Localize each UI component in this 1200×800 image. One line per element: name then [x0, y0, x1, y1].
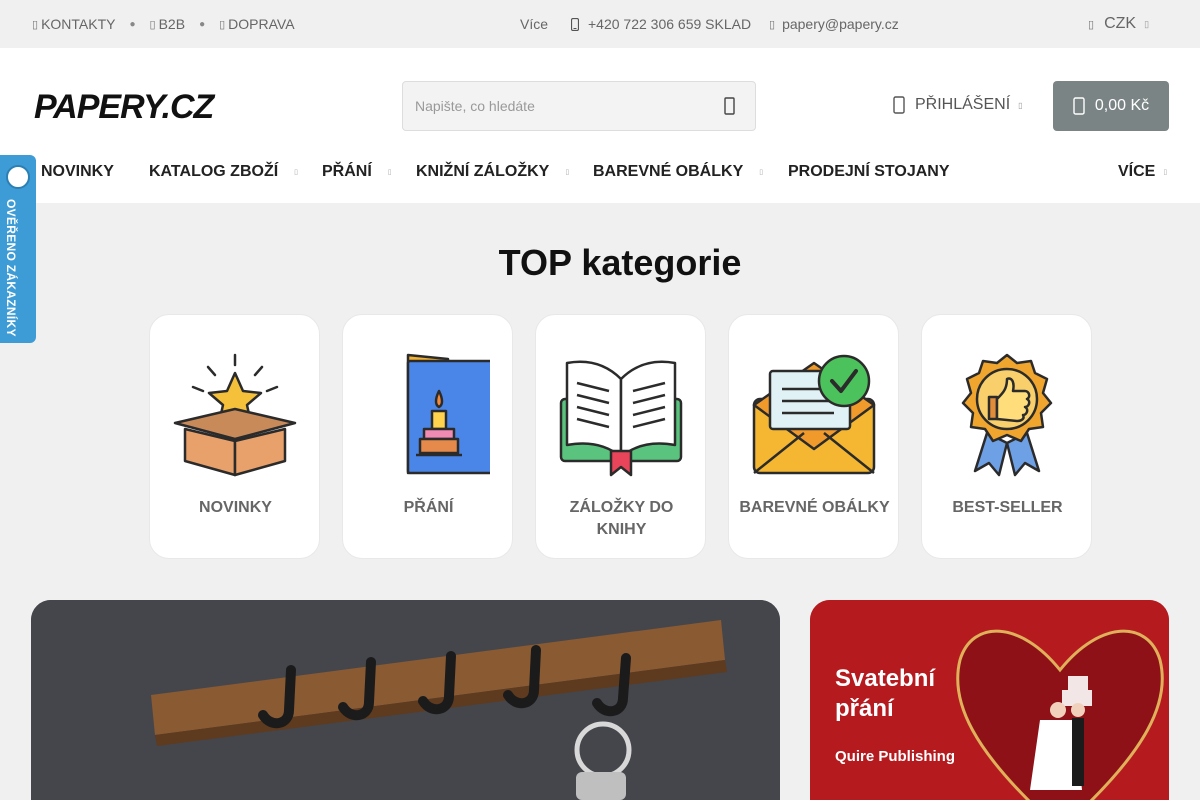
category-card-novinky[interactable]: NOVINKY: [149, 314, 320, 559]
open-box-star-icon: [173, 353, 297, 477]
top-more-link[interactable]: Více: [520, 16, 548, 32]
phone-link[interactable]: +420 722 306 659 SKLAD: [571, 16, 751, 32]
top-link-label: KONTAKTY: [41, 16, 116, 32]
chevron-down-icon: ▯: [387, 169, 392, 176]
phone-number: +420 722 306 659 SKLAD: [588, 16, 752, 32]
separator-dot: ●: [129, 18, 136, 30]
banner-title-line1: Svatební: [835, 665, 936, 692]
envelope-check-icon: [752, 354, 876, 475]
top-link-kontakty[interactable]: ▯ KONTAKTY: [32, 16, 115, 32]
category-label: BEST-SELLER: [952, 499, 1063, 516]
nav-item-vice[interactable]: VÍCE ▯: [1118, 163, 1167, 181]
nav-item-barevne-obalky[interactable]: BAREVNÉ OBÁLKY ▯: [593, 163, 763, 181]
search-input[interactable]: [403, 98, 703, 114]
nav-more-label: VÍCE: [1118, 163, 1156, 180]
search-icon[interactable]: [723, 97, 737, 115]
nav-item-prodejni-stojany[interactable]: PRODEJNÍ STOJANY: [788, 163, 950, 181]
category-card-prani[interactable]: PŘÁNÍ: [342, 314, 513, 559]
currency-value: CZK: [1104, 15, 1137, 32]
nav-item-prani[interactable]: PŘÁNÍ ▯: [322, 163, 392, 181]
site-header: PAPERY.CZ PŘIHLÁŠENÍ ▯ 0,00 Kč NOVINKY K…: [0, 48, 1200, 203]
thumbs-up-award-icon: [961, 353, 1053, 477]
separator-dot: ●: [199, 18, 206, 30]
cart-button[interactable]: 0,00 Kč: [1053, 81, 1169, 131]
chevron-down-icon: ▯: [759, 169, 764, 176]
banner-title: Svatební přání: [835, 664, 935, 724]
nav-item-label: BAREVNÉ OBÁLKY: [593, 163, 744, 180]
top-link-label: B2B: [158, 16, 186, 32]
nav-item-katalog[interactable]: KATALOG ZBOŽÍ ▯: [149, 163, 298, 181]
cart-total: 0,00 Kč: [1094, 97, 1150, 114]
nav-item-knizni-zalozky[interactable]: KNIŽNÍ ZÁLOŽKY ▯: [416, 163, 569, 181]
user-icon: [893, 96, 905, 114]
delivery-icon: ▯: [219, 18, 226, 31]
category-label: ZÁLOŽKY DO KNIHY: [569, 499, 674, 538]
category-label: BAREVNÉ OBÁLKY: [739, 499, 890, 516]
login-label: PŘIHLÁŠENÍ: [915, 96, 1011, 113]
nav-item-novinky[interactable]: NOVINKY: [41, 163, 114, 181]
login-button[interactable]: PŘIHLÁŠENÍ ▯: [893, 96, 1023, 114]
b2b-icon: ▯: [149, 18, 156, 31]
category-label: NOVINKY: [199, 499, 272, 516]
cart-icon: [1073, 97, 1085, 115]
search-box: [402, 81, 756, 131]
nav-item-label: KATALOG ZBOŽÍ: [149, 163, 279, 180]
chevron-down-icon: ▯: [565, 169, 570, 176]
nav-item-label: PŘÁNÍ: [322, 163, 372, 180]
category-label: PŘÁNÍ: [403, 499, 454, 516]
main-nav: NOVINKY KATALOG ZBOŽÍ ▯ PŘÁNÍ ▯ KNIŽNÍ Z…: [0, 160, 1200, 185]
chevron-down-icon: ▯: [1144, 18, 1150, 29]
open-book-bookmark-icon: [559, 360, 683, 477]
birthday-card-icon: [406, 353, 490, 475]
banner-title-line2: přání: [835, 695, 894, 722]
email-link[interactable]: ▯ papery@papery.cz: [769, 16, 899, 32]
chevron-down-icon: ▯: [1018, 100, 1023, 110]
chevron-down-icon: ▯: [294, 169, 299, 176]
currency-icon: ▯: [1088, 18, 1095, 31]
category-card-best-seller[interactable]: BEST-SELLER: [921, 314, 1092, 559]
contact-icon: ▯: [32, 18, 39, 31]
phone-icon: [571, 17, 579, 31]
chevron-down-icon: ▯: [1163, 169, 1168, 176]
category-card-zalozky[interactable]: ZÁLOŽKY DO KNIHY: [535, 314, 706, 559]
nav-item-label: NOVINKY: [41, 163, 114, 180]
top-bar: ▯ KONTAKTY ● ▯ B2B ● ▯ DOPRAVA Více +420…: [0, 0, 1200, 48]
currency-selector[interactable]: ▯ CZK ▯: [1088, 15, 1149, 33]
nav-item-label: KNIŽNÍ ZÁLOŽKY: [416, 163, 550, 180]
section-title: TOP kategorie: [498, 242, 742, 283]
key-holder-photo: [31, 600, 780, 800]
nav-item-label: PRODEJNÍ STOJANY: [788, 163, 950, 180]
top-link-label: DOPRAVA: [228, 16, 295, 32]
verified-seal-icon: [6, 165, 30, 189]
site-logo[interactable]: PAPERY.CZ: [34, 88, 214, 127]
category-card-barevne-obalky[interactable]: BAREVNÉ OBÁLKY: [728, 314, 899, 559]
top-link-doprava[interactable]: ▯ DOPRAVA: [219, 16, 294, 32]
promo-banner-wedding-cards[interactable]: Svatební přání Quire Publishing: [810, 600, 1169, 800]
top-links: ▯ KONTAKTY ● ▯ B2B ● ▯ DOPRAVA: [32, 16, 295, 32]
promo-banner-key-holder[interactable]: [31, 600, 780, 800]
banner-publisher: Quire Publishing: [835, 748, 956, 765]
top-link-b2b[interactable]: ▯ B2B: [150, 16, 186, 32]
email-address: papery@papery.cz: [782, 16, 899, 32]
email-icon: ▯: [769, 18, 776, 31]
